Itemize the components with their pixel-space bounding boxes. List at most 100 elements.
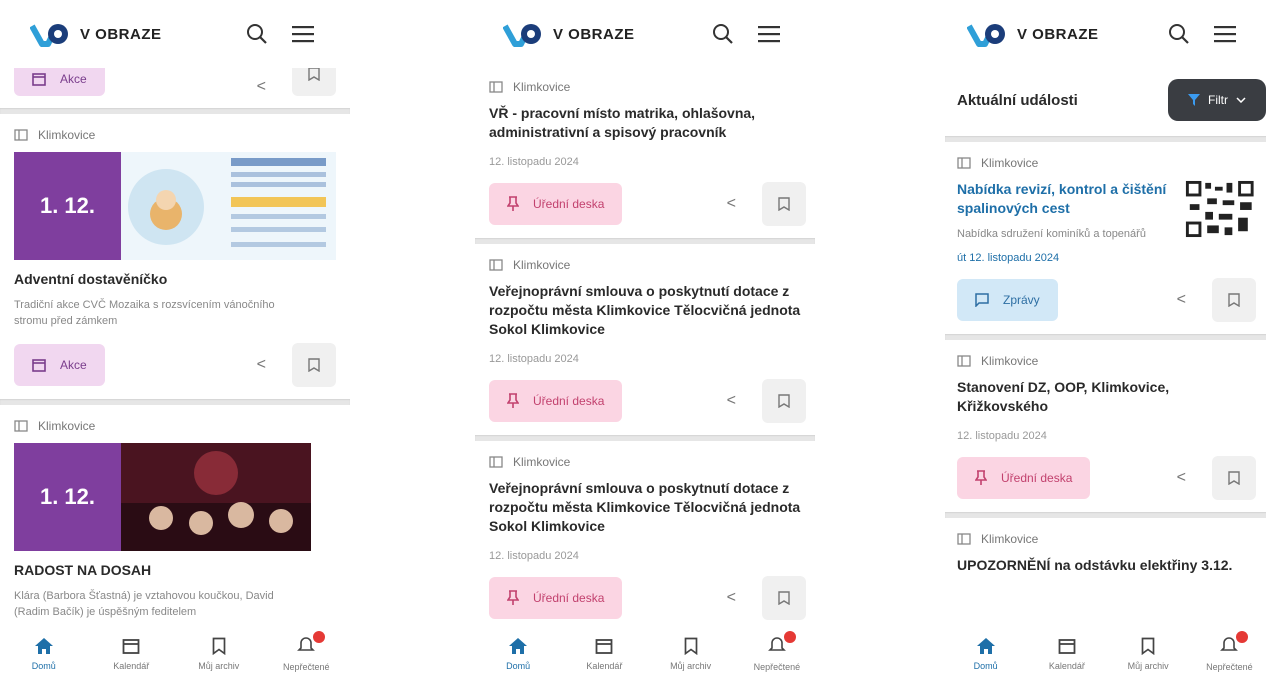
share-icon[interactable]: < <box>257 78 266 96</box>
app-logo[interactable]: V OBRAZE <box>967 20 1099 48</box>
menu-icon[interactable] <box>758 25 780 43</box>
category-badge-akce[interactable]: Akce <box>14 344 105 386</box>
bookmark-button[interactable] <box>1212 278 1256 322</box>
card-title[interactable]: Nabídka revizí, kontrol a čištění spalin… <box>957 180 1174 218</box>
bookmark-icon <box>684 637 697 655</box>
location-label: Klimkovice <box>981 354 1039 368</box>
share-icon[interactable]: < <box>727 589 736 607</box>
calendar-icon <box>122 639 140 654</box>
notice-card[interactable]: Klimkovice UPOZORNĚNÍ na odstávku elektř… <box>945 518 1266 587</box>
event-poster-image <box>121 152 336 260</box>
unread-count-badge <box>1236 631 1249 643</box>
card-title[interactable]: VŘ - pracovní místo matrika, ohlašovna, … <box>489 104 806 142</box>
card-title[interactable]: Veřejnoprávní smlouva o poskytnutí dotac… <box>489 282 806 339</box>
app-header: V OBRAZE <box>945 0 1266 68</box>
bookmark-button[interactable] <box>762 379 806 423</box>
app-logo[interactable]: V OBRAZE <box>503 20 635 48</box>
event-card[interactable]: Klimkovice 1. 12. Adventní dostavěníčko … <box>0 114 350 399</box>
share-icon[interactable]: < <box>727 392 736 410</box>
bookmark-icon <box>1141 637 1155 655</box>
qr-code-image <box>1184 179 1256 239</box>
menu-icon[interactable] <box>1214 25 1236 43</box>
filter-label: Filtr <box>1208 93 1228 107</box>
card-location: Klimkovice <box>14 419 336 433</box>
event-poster-image <box>121 443 311 551</box>
event-card[interactable]: Klimkovice 1. 12. RADOST NA DOSAH Klára … <box>0 405 350 632</box>
pin-icon <box>507 196 519 211</box>
card-title[interactable]: RADOST NA DOSAH <box>14 561 336 580</box>
card-description: Tradiční akce CVČ Mozaika s rozsvícením … <box>14 299 275 327</box>
bookmark-button[interactable] <box>762 576 806 620</box>
nav-label: Nepřečtené <box>282 662 330 672</box>
card-title[interactable]: Veřejnoprávní smlouva o poskytnutí dotac… <box>489 479 806 536</box>
bookmark-icon <box>778 197 790 211</box>
bottom-nav: Domů Kalendář Můj archiv Nepřečtené <box>0 624 350 684</box>
home-icon <box>976 638 995 654</box>
nav-home[interactable]: Domů <box>483 637 553 671</box>
share-icon[interactable]: < <box>1177 469 1186 487</box>
nav-calendar[interactable]: Kalendář <box>569 637 639 671</box>
card-location: Klimkovice <box>489 258 806 272</box>
share-icon[interactable]: < <box>727 195 736 213</box>
nav-archive[interactable]: Můj archiv <box>1113 637 1183 671</box>
bookmark-icon <box>1228 293 1240 307</box>
card-location: Klimkovice <box>489 80 806 94</box>
category-badge-uredni-deska[interactable]: Úřední deska <box>489 577 623 619</box>
section-header: Aktuální události Filtr <box>945 70 1266 130</box>
notice-card[interactable]: Klimkovice VŘ - pracovní místo matrika, … <box>475 66 820 238</box>
nav-label: Domů <box>973 661 998 671</box>
notice-card[interactable]: Klimkovice Stanovení DZ, OOP, Klimkovice… <box>945 340 1266 512</box>
app-title: V OBRAZE <box>553 25 635 43</box>
menu-icon[interactable] <box>292 25 314 43</box>
nav-calendar[interactable]: Kalendář <box>96 637 166 671</box>
event-image: 1. 12. <box>14 152 336 260</box>
nav-label: Kalendář <box>586 661 623 671</box>
notice-card[interactable]: Klimkovice Veřejnoprávní smlouva o posky… <box>475 441 820 632</box>
app-header: V OBRAZE <box>475 0 820 68</box>
search-icon[interactable] <box>1168 23 1190 45</box>
bookmark-icon <box>308 358 320 372</box>
card-title[interactable]: UPOZORNĚNÍ na odstávku elektřiny 3.12. <box>957 556 1256 575</box>
nav-unread[interactable]: Nepřečtené <box>1194 631 1264 672</box>
card-title[interactable]: Stanovení DZ, OOP, Klimkovice, Křižkovsk… <box>957 378 1187 416</box>
category-badge-zpravy[interactable]: Zprávy <box>957 279 1058 321</box>
section-title: Aktuální události <box>957 91 1078 109</box>
bookmark-icon <box>1228 471 1240 485</box>
nav-archive[interactable]: Můj archiv <box>184 637 254 671</box>
filter-button[interactable]: Filtr <box>1168 79 1266 121</box>
search-icon[interactable] <box>246 23 268 45</box>
nav-label: Kalendář <box>113 661 150 671</box>
nav-label: Nepřečtené <box>753 662 801 672</box>
app-header: V OBRAZE <box>0 0 350 68</box>
nav-home[interactable]: Domů <box>9 637 79 671</box>
notice-card[interactable]: Klimkovice Veřejnoprávní smlouva o posky… <box>475 244 820 435</box>
bookmark-button[interactable] <box>292 343 336 387</box>
category-badge-uredni-deska[interactable]: Úřední deska <box>489 183 623 225</box>
bookmark-icon <box>308 67 320 81</box>
card-title[interactable]: Adventní dostavěníčko <box>14 270 336 289</box>
card-description: Klára (Barbora Šťastná) je vztahovou kou… <box>14 590 274 618</box>
building-icon <box>489 81 503 93</box>
search-icon[interactable] <box>712 23 734 45</box>
bookmark-button[interactable] <box>762 182 806 226</box>
category-badge-uredni-deska[interactable]: Úřední deska <box>957 457 1091 499</box>
share-icon[interactable]: < <box>257 356 266 374</box>
building-icon <box>957 355 971 367</box>
filter-icon <box>1188 94 1200 106</box>
pin-icon <box>507 393 519 408</box>
bookmark-button[interactable] <box>1212 456 1256 500</box>
badge-label: Úřední deska <box>1001 471 1073 485</box>
news-card[interactable]: Klimkovice Nabídka revizí, kontrol a čiš… <box>945 142 1266 334</box>
home-icon <box>509 638 528 654</box>
nav-unread[interactable]: Nepřečtené <box>742 631 812 672</box>
chevron-down-icon <box>1236 97 1246 103</box>
nav-calendar[interactable]: Kalendář <box>1032 637 1102 671</box>
app-logo[interactable]: V OBRAZE <box>30 20 162 48</box>
pin-icon <box>507 590 519 605</box>
location-label: Klimkovice <box>513 455 571 469</box>
share-icon[interactable]: < <box>1177 291 1186 309</box>
nav-unread[interactable]: Nepřečtené <box>271 631 341 672</box>
nav-archive[interactable]: Můj archiv <box>656 637 726 671</box>
nav-home[interactable]: Domů <box>951 637 1021 671</box>
category-badge-uredni-deska[interactable]: Úřední deska <box>489 380 623 422</box>
